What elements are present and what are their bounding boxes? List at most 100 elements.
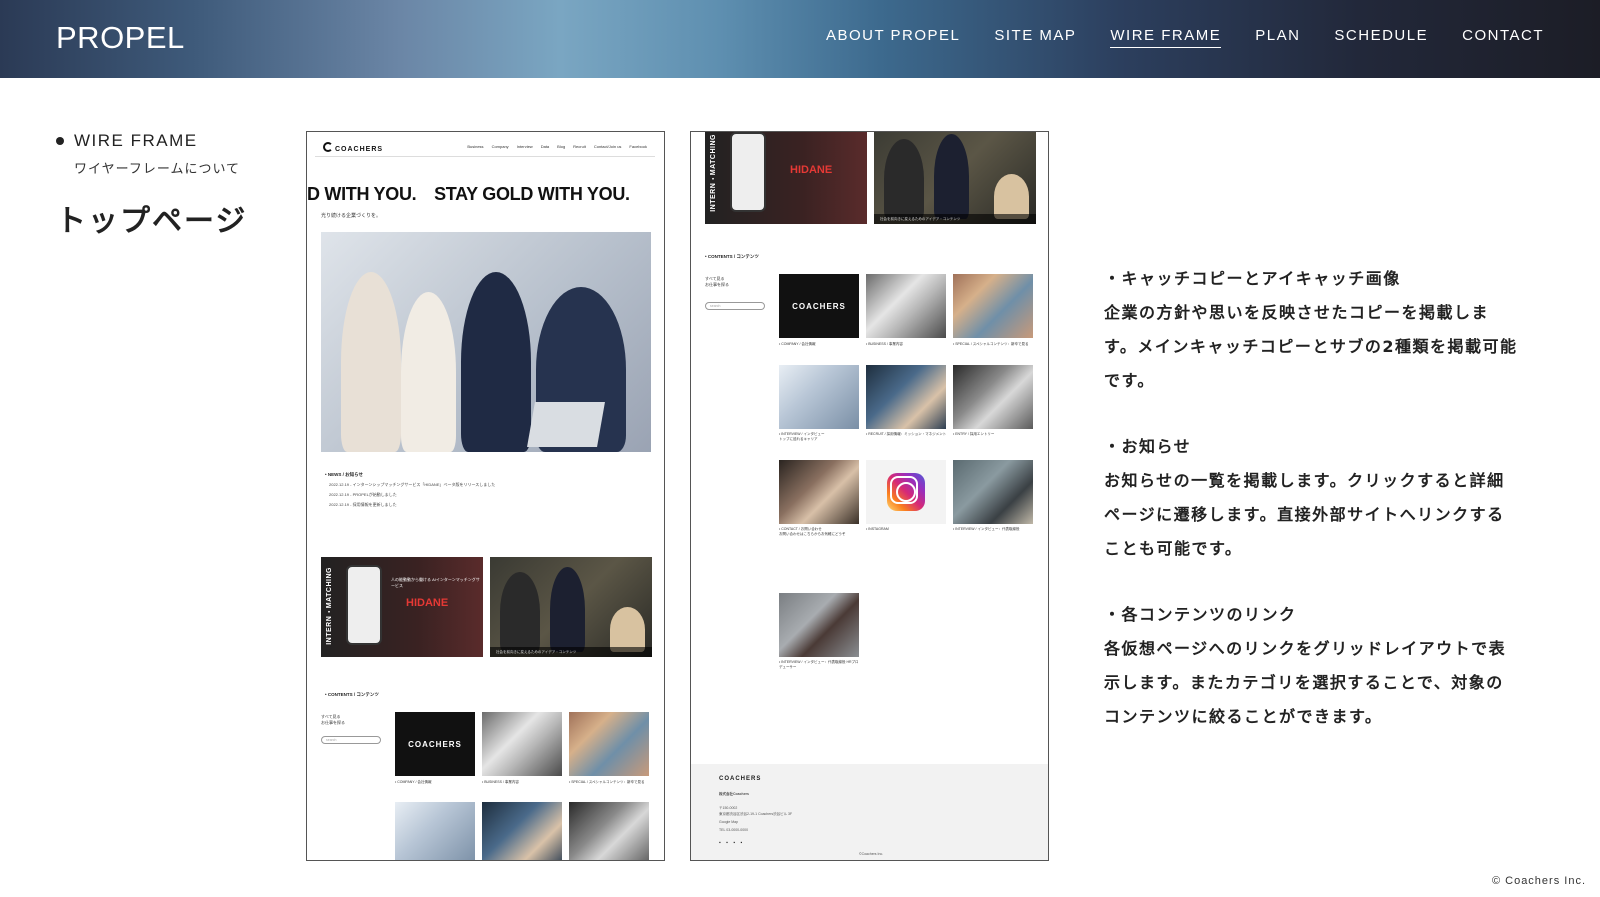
- hero-catchcopy: D WITH YOU. STAY GOLD WITH YOU.: [307, 184, 630, 204]
- tile-caption: • BUSINESS / 事業内容: [866, 342, 903, 346]
- nav-plan[interactable]: PLAN: [1255, 27, 1300, 48]
- tile-caption: • COMPANY / 会社情報: [395, 780, 432, 784]
- tile-caption: • ENTRY / 採用エントリー: [953, 432, 995, 436]
- mini-footer: COACHERS 株式会社Coachers 〒150-0002 東京都渋谷区渋谷…: [691, 764, 1048, 860]
- person-figure: [994, 174, 1029, 219]
- top-header: PROPEL ABOUT PROPEL SITE MAP WIRE FRAME …: [0, 0, 1600, 78]
- person-figure: [341, 272, 401, 452]
- person-figure: [884, 139, 924, 219]
- mini-menu-item: Blog: [557, 144, 566, 149]
- banner-caption: 社会を前向きに変えるためのアイデア・コンテンツ: [490, 647, 652, 657]
- mini-menu-item: Data: [540, 144, 550, 149]
- news-heading: • NEWS / お知らせ: [325, 472, 363, 477]
- nav-schedule[interactable]: SCHEDULE: [1334, 27, 1428, 48]
- description-block: ・キャッチコピーとアイキャッチ画像 企業の方針や思いを反映させたコピーを掲載しま…: [1104, 262, 1554, 398]
- tile-company[interactable]: COACHERS: [779, 274, 859, 338]
- banner-vertical-label: INTERN・MATCHING: [710, 134, 717, 212]
- category-links: すべて見る お仕事を探る: [321, 714, 345, 726]
- category-link[interactable]: お仕事を探る: [705, 282, 729, 288]
- footer-line: 東京都渋谷区渋谷2-19-1 Coachers渋谷ビル 3F: [719, 812, 793, 816]
- tile-caption: • RECRUIT / 採用情報：ミッション・マネジメント: [866, 432, 947, 436]
- tile-caption: • COMPANY / 会社情報: [779, 342, 816, 346]
- tile-business[interactable]: [866, 274, 946, 338]
- footer-company: 株式会社Coachers: [719, 792, 749, 796]
- news-item[interactable]: 2022.12.19 - PROPELが始動しました: [329, 492, 397, 498]
- mini-logo: COACHERS: [323, 142, 383, 153]
- news-item[interactable]: 2022.12.19 - 採用情報を更新しました: [329, 502, 397, 508]
- nav-about-propel[interactable]: ABOUT PROPEL: [826, 27, 960, 48]
- banner-hidane[interactable]: INTERN・MATCHING HIDANE: [705, 132, 867, 224]
- nav-site-map[interactable]: SITE MAP: [994, 27, 1076, 48]
- tile-interview-hr[interactable]: [779, 593, 859, 657]
- tile-special[interactable]: [953, 274, 1033, 338]
- tile-special[interactable]: [569, 712, 649, 776]
- tile-caption: • CONTACT / お問い合わせ お問い合わせはこちらからお気軽にどうぞ: [779, 527, 861, 537]
- tile-entry[interactable]: [953, 365, 1033, 429]
- phone-mockup: [730, 132, 766, 212]
- tile-caption: • INTERVIEW / インタビュー：代表取締役 HRプロデューサー: [779, 660, 859, 669]
- social-icons: ▪ ▪ ▪ ▪: [719, 840, 745, 846]
- tile-recruit[interactable]: [482, 802, 562, 860]
- hero-subcopy: 光り続ける企業づくりを。: [321, 213, 382, 219]
- tile-interview[interactable]: [779, 365, 859, 429]
- banner-subtext: 人の能動動から働ける AIインターンマッチングサービス: [391, 577, 480, 588]
- banner-hidane[interactable]: INTERN・MATCHING 人の能動動から働ける AIインターンマッチングサ…: [321, 557, 483, 657]
- tile-business[interactable]: [482, 712, 562, 776]
- tile-contact[interactable]: [779, 460, 859, 524]
- tile-entry[interactable]: [569, 802, 649, 860]
- instagram-icon: [887, 473, 925, 511]
- person-figure: [401, 292, 456, 452]
- mini-navbar: COACHERS Business Company Interview Data…: [315, 139, 655, 157]
- section-title: WIRE FRAME: [74, 131, 198, 150]
- footer-line[interactable]: Google Map: [719, 820, 738, 824]
- mini-menu-item: Recruit: [573, 144, 586, 149]
- mini-menu-item: Business: [467, 144, 484, 149]
- tile-caption: • BUSINESS / 事業内容: [482, 780, 519, 784]
- mini-search-input[interactable]: search: [321, 736, 381, 744]
- banner-mita[interactable]: 社会を前向きに変えるためのアイデア・コンテンツ: [490, 557, 652, 657]
- tile-company[interactable]: COACHERS: [395, 712, 475, 776]
- site-logo[interactable]: PROPEL: [56, 20, 185, 56]
- description-heading: ・お知らせ: [1104, 437, 1192, 456]
- wireframe-bottom-section: INTERN・MATCHING HIDANE 社会を前向きに変えるためのアイデア…: [690, 131, 1049, 861]
- footer-logo: COACHERS: [719, 776, 762, 782]
- footer-copyright: ©Coachers Inc.: [859, 852, 884, 856]
- tile-instagram[interactable]: [866, 460, 946, 524]
- description-body: 各仮想ページへのリンクをグリッドレイアウトで表 示します。またカテゴリを選択する…: [1104, 639, 1507, 726]
- description-block: ・お知らせ お知らせの一覧を掲載します。クリックすると詳細 ページに遷移します。…: [1104, 430, 1554, 566]
- category-links: すべて見る お仕事を探る: [705, 276, 729, 288]
- contents-heading: • CONTENTS / コンテンツ: [325, 692, 379, 697]
- hidane-logo: HIDANE: [790, 164, 833, 176]
- tile-caption: • INTERVIEW / インタビュー トップに迫れるキャリア: [779, 432, 861, 442]
- banner-caption: 社会を前向きに変えるためのアイデア・コンテンツ: [874, 214, 1036, 224]
- description-body: お知らせの一覧を掲載します。クリックすると詳細 ページに遷移します。直接外部サイ…: [1104, 471, 1505, 558]
- tile-caption: • INSTAGRAM: [866, 527, 889, 531]
- tile-caption-sub: お問い合わせはこちらからお気軽にどうぞ: [779, 532, 846, 536]
- footer-line: TEL 03-0000-0000: [719, 828, 749, 832]
- description-body: 企業の方針や思いを反映させたコピーを掲載しま す。メインキャッチコピーとサブの2…: [1104, 303, 1518, 390]
- tile-interview[interactable]: [395, 802, 475, 860]
- mini-menu-item: Contact/Join us: [593, 144, 622, 149]
- wireframe-top-section: COACHERS Business Company Interview Data…: [306, 131, 665, 861]
- tile-caption-sub: トップに迫れるキャリア: [779, 437, 818, 441]
- tile-interview-ceo[interactable]: [953, 460, 1033, 524]
- laptop-shape: [527, 402, 605, 447]
- mini-menu: Business Company Interview Data Blog Rec…: [467, 144, 647, 149]
- mini-search-input[interactable]: search: [705, 302, 765, 310]
- person-figure: [500, 572, 540, 652]
- category-link[interactable]: お仕事を探る: [321, 720, 345, 726]
- person-figure: [934, 134, 969, 219]
- footer-line: 〒150-0002: [719, 806, 738, 810]
- person-figure: [610, 607, 645, 652]
- tile-caption: • SPECIAL / スペシャルコンテンツ：新卒で見る: [569, 780, 645, 784]
- tile-recruit[interactable]: [866, 365, 946, 429]
- contents-heading: • CONTENTS / コンテンツ: [705, 254, 759, 259]
- news-item[interactable]: 2022.12.19 - インターンシップマッチングサービス「HIDANE」ベー…: [329, 482, 495, 488]
- banner-mita[interactable]: 社会を前向きに変えるためのアイデア・コンテンツ: [874, 132, 1036, 224]
- phone-mockup: [346, 565, 382, 645]
- description-heading: ・各コンテンツのリンク: [1104, 605, 1297, 624]
- nav-wire-frame[interactable]: WIRE FRAME: [1110, 27, 1222, 48]
- mini-menu-item: Interview: [516, 144, 533, 149]
- nav-contact[interactable]: CONTACT: [1462, 27, 1544, 48]
- bullet-icon: [56, 137, 64, 145]
